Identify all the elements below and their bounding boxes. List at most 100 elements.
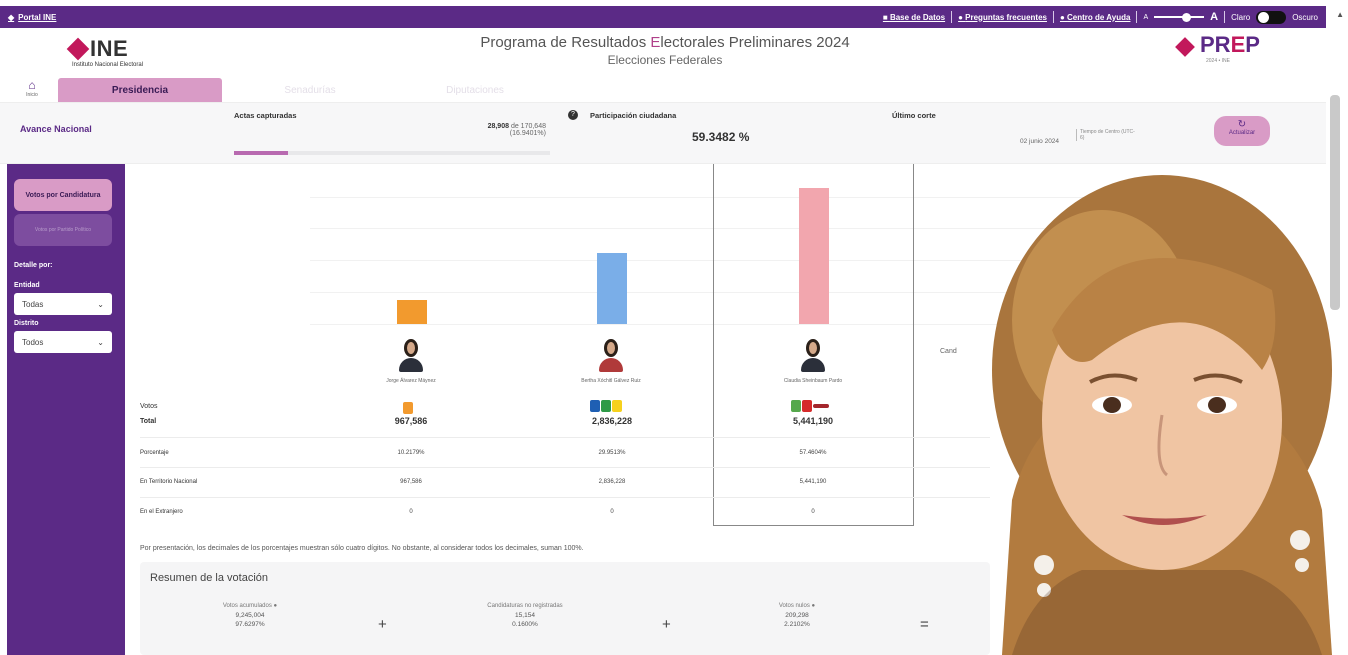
ine-small-icon: ◆ [8, 12, 15, 22]
tab-diputaciones[interactable]: Diputaciones [430, 78, 520, 102]
page-subtitle: Elecciones Federales [607, 53, 723, 67]
tab-presidencia[interactable]: Presidencia [58, 78, 222, 102]
candidate-name-1: Jorge Álvarez Máynez [386, 378, 436, 384]
territorio-value-1: 967,586 [400, 479, 422, 485]
info-icon[interactable]: ? [568, 110, 578, 120]
prep-subtitle: 2024 • INE [1206, 58, 1230, 64]
actas-progress-fill [234, 151, 288, 155]
prep-logo: PREP 2024 • INE [1176, 32, 1260, 64]
scroll-up-arrow-icon[interactable]: ▲ [1336, 10, 1344, 19]
preguntas-frecuentes-label: Preguntas frecuentes [965, 12, 1047, 22]
pri-party-icon [601, 400, 611, 412]
header: INE Instituto Nacional Electoral Program… [0, 28, 1326, 76]
tabs-row: ⌂ Inicio Presidencia Senadurías Diputaci… [0, 76, 1326, 102]
person-photo-overlay [972, 170, 1348, 655]
morena-party-icon [813, 404, 829, 408]
participacion-value: 59.3482 % [692, 130, 750, 144]
participacion-card: ? Participación ciudadana 59.3482 % [568, 103, 868, 163]
page-title: Programa de Resultados Electorales Preli… [480, 34, 850, 67]
no-registradas-block: Candidaturas no registradas 15,154 0.160… [470, 602, 580, 629]
toggle-knob [1258, 11, 1270, 23]
theme-dark-label: Oscuro [1292, 12, 1318, 22]
porcentaje-value-2: 29.9513% [598, 450, 626, 456]
no-registradas-pct: 0.1600% [512, 621, 538, 628]
base-de-datos-label: Base de Datos [889, 12, 946, 22]
portrait-image [992, 175, 1332, 655]
bar-1[interactable] [397, 299, 427, 324]
home-button[interactable]: ⌂ Inicio [18, 78, 46, 98]
distrito-label: Distrito [14, 320, 39, 327]
candidate-photo-1 [397, 336, 425, 372]
row-divider [140, 497, 990, 498]
bar-2[interactable] [597, 253, 627, 324]
ine-logo[interactable]: INE Instituto Nacional Electoral [66, 36, 144, 68]
actas-progress-bar [234, 151, 550, 155]
actas-card: Actas capturadas 28,908 de 170,648 (16.9… [234, 103, 550, 163]
preguntas-frecuentes-link[interactable]: ● Preguntas frecuentes [958, 13, 1047, 22]
divider [1052, 11, 1054, 23]
row-divider [140, 467, 990, 468]
extranjero-value-1: 0 [409, 509, 413, 515]
extranjero-value-3: 0 [811, 509, 815, 515]
party-logos-mc [403, 402, 413, 415]
party-logos-fyc [590, 400, 622, 413]
entidad-select[interactable]: Todas ⌄ [14, 293, 112, 315]
prep-text-e: E [1230, 32, 1246, 57]
centro-de-ayuda-label: Centro de Ayuda [1067, 12, 1131, 22]
territorio-label: En Territorio Nacional [140, 479, 198, 485]
extranjero-value-2: 0 [610, 509, 614, 515]
distrito-value: Todos [22, 337, 44, 347]
prep-text: P [1245, 32, 1260, 57]
centro-de-ayuda-link[interactable]: ● Centro de Ayuda [1060, 13, 1130, 22]
portal-ine-link[interactable]: ◆ Portal INE [8, 13, 56, 22]
votos-nulos-value: 209,298 [785, 612, 809, 619]
actualizar-button[interactable]: ↻ Actualizar [1214, 116, 1270, 146]
votos-acumulados-label: Votos acumulados [222, 603, 272, 609]
slider-knob[interactable] [1182, 12, 1192, 22]
divider [1224, 11, 1226, 23]
no-registradas-value: 15,154 [515, 612, 535, 619]
decimals-note: Por presentación, los decimales de los p… [140, 545, 584, 552]
actas-count: 28,908 [487, 123, 509, 130]
resumen-title: Resumen de la votación [150, 572, 269, 584]
theme-light-label: Claro [1231, 12, 1251, 22]
actas-total: de 170,648 [510, 123, 546, 130]
pt-party-icon [802, 400, 812, 412]
actualizar-label: Actualizar [1228, 130, 1256, 136]
pan-party-icon [590, 400, 600, 412]
detalle-label: Detalle por: [14, 262, 53, 269]
distrito-select[interactable]: Todos ⌄ [14, 331, 112, 353]
chevron-down-icon: ⌄ [97, 337, 104, 347]
votos-label: Votos [140, 403, 158, 410]
info-icon[interactable]: ● [274, 603, 278, 609]
votos-candidatura-button[interactable]: Votos por Candidatura [14, 179, 112, 211]
ine-logo-text: INE [90, 36, 129, 61]
total-value-3: 5,441,190 [792, 416, 834, 426]
ine-logo-subtitle: Instituto Nacional Electoral [72, 62, 144, 68]
ine-diamond-icon [66, 37, 90, 61]
corte-timezone: Tiempo de Centro (UTC-6) [1076, 129, 1136, 141]
candidate-photo-2 [597, 336, 625, 372]
resumen-panel: Resumen de la votación Votos acumulados … [140, 562, 990, 655]
party-logos-shh [791, 400, 829, 413]
porcentaje-value-1: 10.2179% [397, 450, 425, 456]
home-label: Inicio [26, 92, 38, 98]
portal-ine-label: Portal INE [18, 12, 57, 22]
prd-party-icon [612, 400, 622, 412]
prep-text: PR [1200, 32, 1231, 57]
total-value-2: 2,836,228 [591, 416, 633, 426]
prep-heart-icon [1176, 36, 1196, 54]
base-de-datos-link[interactable]: ■ Base de Datos [883, 13, 945, 22]
votos-partido-button[interactable]: Votos por Partido Político [14, 214, 112, 246]
font-large-label: A [1210, 11, 1219, 23]
info-icon[interactable]: ● [812, 603, 816, 609]
font-size-slider[interactable] [1154, 12, 1205, 22]
title-part: Programa de Resultados [480, 34, 651, 51]
actas-percent: (16.9401%) [509, 130, 546, 137]
candidate-name-3: Claudia Sheinbaum Pardo [783, 378, 843, 384]
theme-toggle[interactable] [1256, 10, 1287, 24]
porcentaje-label: Porcentaje [140, 450, 169, 456]
actas-label: Actas capturadas [234, 111, 297, 120]
votos-nulos-pct: 2.2102% [784, 621, 810, 628]
tab-senadurias[interactable]: Senadurías [270, 78, 350, 102]
